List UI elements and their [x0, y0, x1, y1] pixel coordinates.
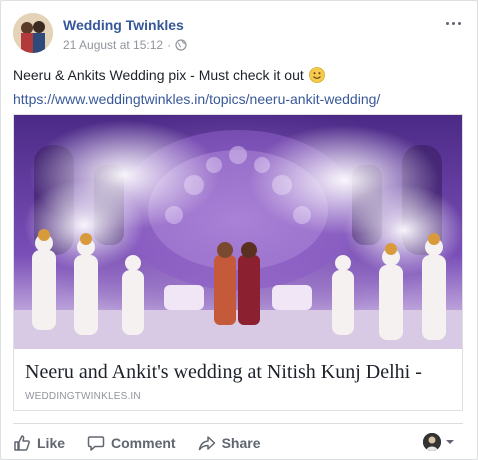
share-icon: [198, 436, 215, 451]
dot-icon: [445, 21, 449, 25]
globe-icon[interactable]: [175, 39, 187, 51]
page-name-link[interactable]: Wedding Twinkles: [63, 17, 184, 33]
dot-icon: [457, 21, 461, 25]
user-avatar: [423, 433, 441, 451]
post-message: Neeru & Ankits Wedding pix - Must check …: [13, 67, 304, 83]
caret-down-icon: [446, 440, 454, 444]
post-meta: 21 August at 15:12 ·: [63, 38, 187, 52]
post-url-link[interactable]: https://www.weddingtwinkles.in/topics/ne…: [13, 91, 380, 107]
actions-divider: [13, 423, 463, 424]
reaction-identity-selector[interactable]: [423, 433, 455, 451]
post-actions: Like Comment Share: [13, 429, 283, 457]
dot-icon: [451, 21, 455, 25]
post-timestamp[interactable]: 21 August at 15:12: [63, 38, 163, 52]
comment-icon: [87, 436, 105, 451]
like-button[interactable]: Like: [13, 434, 65, 452]
like-label: Like: [37, 435, 66, 451]
smiley-emoji-icon: [308, 67, 325, 83]
link-preview-image[interactable]: [14, 115, 462, 349]
comment-label: Comment: [111, 435, 176, 451]
post-text: Neeru & Ankits Wedding pix - Must check …: [13, 67, 325, 83]
thumbs-up-icon: [14, 435, 30, 451]
meta-separator: ·: [167, 38, 172, 52]
page-avatar[interactable]: [13, 13, 53, 53]
link-preview-title[interactable]: Neeru and Ankit's wedding at Nitish Kunj…: [25, 361, 422, 384]
share-label: Share: [221, 435, 261, 451]
link-preview-card[interactable]: Neeru and Ankit's wedding at Nitish Kunj…: [13, 114, 463, 411]
more-options-button[interactable]: [443, 15, 463, 31]
share-button[interactable]: Share: [198, 434, 261, 452]
comment-button[interactable]: Comment: [87, 434, 176, 452]
post-card: Wedding Twinkles 21 August at 15:12 · Ne…: [0, 0, 478, 460]
link-preview-domain: WEDDINGTWINKLES.IN: [25, 391, 141, 402]
